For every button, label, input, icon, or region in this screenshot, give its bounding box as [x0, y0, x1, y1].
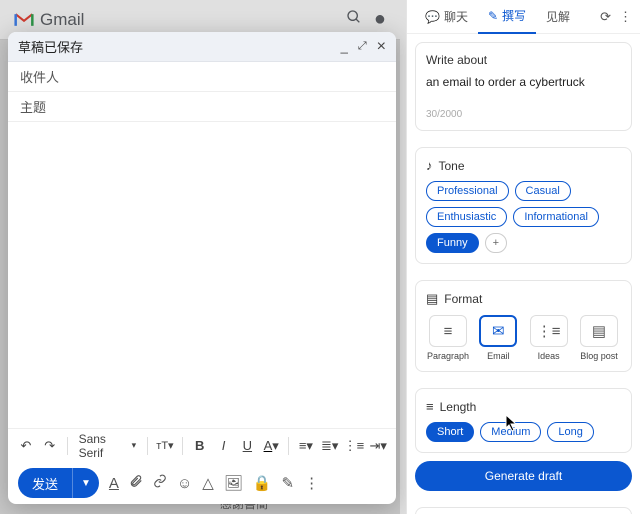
tone-chip-enthusiastic[interactable]: Enthusiastic — [426, 207, 507, 227]
length-icon: ≡ — [426, 399, 434, 414]
redo-icon[interactable]: ↷ — [40, 435, 60, 457]
text-color-icon[interactable]: A▾ — [261, 435, 281, 457]
length-label: Length — [440, 400, 477, 414]
format-icon-paragraph: ≡ — [429, 315, 467, 347]
format-card: ▤ Format ≡ Paragraph ✉ Email ⋮≡ Ideas ▤ Blog pos… — [415, 280, 632, 372]
tone-chip-add[interactable]: + — [485, 233, 507, 253]
more-options-icon[interactable]: ⋮ — [304, 474, 319, 492]
send-more-icon[interactable]: ▼ — [72, 468, 99, 498]
drive-icon[interactable]: △ — [202, 474, 214, 492]
tab-compose[interactable]: ✎撰写 — [478, 0, 536, 34]
numbered-list-icon[interactable]: ≣▾ — [320, 435, 340, 457]
format-paragraph[interactable]: ≡ Paragraph — [426, 315, 470, 361]
compose-body[interactable] — [8, 122, 396, 428]
format-options: ≡ Paragraph ✉ Email ⋮≡ Ideas ▤ Blog post — [426, 315, 621, 361]
tone-chip-professional[interactable]: Professional — [426, 181, 509, 201]
tab-insights[interactable]: 见解 — [536, 0, 580, 34]
subject-label: 主题 — [20, 97, 46, 116]
tone-chip-informational[interactable]: Informational — [513, 207, 599, 227]
format-ideas[interactable]: ⋮≡ Ideas — [527, 315, 571, 361]
format-icon-ideas: ⋮≡ — [530, 315, 568, 347]
generate-button[interactable]: Generate draft — [415, 461, 632, 491]
indent-icon[interactable]: ⇥▾ — [368, 435, 388, 457]
underline-icon[interactable]: U — [237, 435, 257, 457]
text-size-icon[interactable]: тT▾ — [155, 435, 175, 457]
tone-card: ♪ Tone Professional Casual Enthusiastic Info… — [415, 147, 632, 264]
send-button[interactable]: 发送 ▼ — [18, 468, 99, 498]
tone-chip-funny[interactable]: Funny — [426, 233, 479, 253]
italic-icon[interactable]: I — [214, 435, 234, 457]
prompt-card: Write about an email to order a cybertru… — [415, 42, 632, 131]
format-toolbar: ↶ ↷ Sans Serif▾ тT▾ B I U A▾ ≡▾ ≣▾ ⋮≡ ⇥▾ — [8, 428, 396, 462]
format-label-ideas: Ideas — [538, 351, 560, 361]
send-label: 发送 — [18, 468, 72, 498]
tone-chips: Professional Casual Enthusiastic Informatio… — [426, 181, 621, 253]
image-icon[interactable]: 🖼 — [224, 474, 243, 492]
format-icon-email: ✉ — [479, 315, 517, 347]
text-format-icon[interactable]: A — [109, 475, 119, 492]
ai-panel: 💬聊天 ✎撰写 见解 ⟳ ⋮ Write about an email to o… — [406, 0, 640, 514]
format-email[interactable]: ✉ Email — [476, 315, 520, 361]
pen-icon[interactable]: ✎ — [282, 474, 295, 492]
preview-card: ✎Preview Cybertruck. I am located in Sea… — [415, 507, 632, 514]
subject-field[interactable]: 主题 — [8, 92, 396, 122]
compose-header: 草稿已保存 _ ⤢ × — [8, 32, 396, 62]
recipients-field[interactable]: 收件人 — [8, 62, 396, 92]
avatar[interactable]: ● — [374, 8, 386, 31]
compose-title: 草稿已保存 — [18, 37, 83, 56]
format-icon-blog: ▤ — [580, 315, 618, 347]
font-selector[interactable]: Sans Serif▾ — [75, 432, 141, 460]
attach-icon[interactable] — [129, 474, 143, 492]
tab-chat[interactable]: 💬聊天 — [415, 0, 478, 34]
bullet-list-icon[interactable]: ⋮≡ — [344, 435, 365, 457]
prompt-input[interactable]: an email to order a cybertruck — [426, 75, 621, 103]
refresh-icon[interactable]: ⟳ — [600, 9, 611, 25]
tone-icon: ♪ — [426, 158, 433, 173]
format-label-paragraph: Paragraph — [427, 351, 469, 361]
length-chip-long[interactable]: Long — [547, 422, 593, 442]
send-bar: 发送 ▼ A ☺ △ 🖼 🔒 ✎ ⋮ — [8, 462, 396, 504]
close-icon[interactable]: × — [377, 38, 386, 56]
tone-label: Tone — [439, 159, 465, 173]
format-label: Format — [444, 292, 482, 306]
length-chips: Short Medium Long — [426, 422, 621, 442]
recipients-label: 收件人 — [20, 67, 59, 86]
search-icon[interactable] — [346, 9, 362, 30]
gmail-name: Gmail — [40, 10, 84, 30]
length-card: ≡ Length Short Medium Long — [415, 388, 632, 453]
link-icon[interactable] — [153, 474, 167, 492]
format-blog[interactable]: ▤ Blog post — [577, 315, 621, 361]
emoji-icon[interactable]: ☺ — [177, 475, 192, 492]
undo-icon[interactable]: ↶ — [16, 435, 36, 457]
panel-tabs: 💬聊天 ✎撰写 见解 ⟳ ⋮ — [407, 0, 640, 34]
format-label-blog: Blog post — [580, 351, 618, 361]
bold-icon[interactable]: B — [190, 435, 210, 457]
format-icon: ▤ — [426, 291, 438, 307]
popout-icon[interactable]: ⤢ — [358, 40, 367, 53]
compose-window: 草稿已保存 _ ⤢ × 收件人 主题 ↶ ↷ Sans Serif▾ тT▾ B… — [8, 32, 396, 504]
align-icon[interactable]: ≡▾ — [296, 435, 316, 457]
format-label-email: Email — [487, 351, 510, 361]
lock-icon[interactable]: 🔒 — [253, 474, 272, 492]
tone-chip-casual[interactable]: Casual — [515, 181, 571, 201]
length-chip-medium[interactable]: Medium — [480, 422, 541, 442]
panel-more-icon[interactable]: ⋮ — [619, 9, 632, 25]
minimize-icon[interactable]: _ — [341, 39, 348, 54]
write-about-label: Write about — [426, 53, 621, 67]
length-chip-short[interactable]: Short — [426, 422, 474, 442]
gmail-logo: Gmail — [14, 10, 84, 30]
char-counter: 30/2000 — [426, 109, 621, 120]
